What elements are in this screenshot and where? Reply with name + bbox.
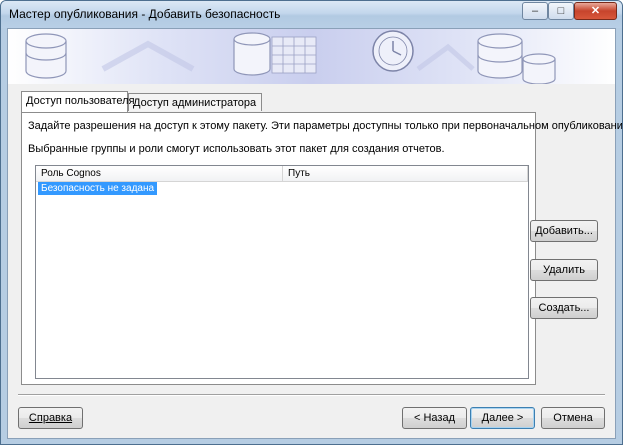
help-button[interactable]: Справка [18, 407, 83, 429]
next-button[interactable]: Далее > [470, 407, 535, 429]
note-text: Выбранные группы и роли смогут использов… [28, 143, 445, 155]
cancel-button-label: Отмена [553, 412, 593, 424]
remove-button-label: Удалить [543, 264, 585, 276]
window-title: Мастер опубликования - Добавить безопасн… [9, 7, 281, 21]
banner-graphic-icon [25, 30, 556, 84]
back-button[interactable]: < Назад [402, 407, 467, 429]
dialog-client-area: Доступ пользователя Доступ администратор… [7, 28, 622, 439]
remove-button[interactable]: Удалить [530, 259, 598, 281]
create-button-label: Создать... [538, 302, 590, 314]
list-item[interactable]: Безопасность не задана [38, 182, 158, 195]
tab-user-access[interactable]: Доступ пользователя [21, 91, 135, 112]
description-text: Задайте разрешения на доступ к этому пак… [28, 120, 623, 132]
column-header-path[interactable]: Путь [283, 166, 528, 181]
cancel-button[interactable]: Отмена [541, 407, 605, 429]
back-button-label: < Назад [414, 412, 455, 424]
close-button[interactable]: ✕ [574, 2, 617, 20]
next-button-label: Далее > [481, 412, 524, 424]
footer-separator [18, 394, 605, 396]
title-bar[interactable]: Мастер опубликования - Добавить безопасн… [1, 1, 622, 28]
add-button[interactable]: Добавить... [530, 220, 598, 242]
tab-admin-access[interactable]: Доступ администратора [128, 93, 262, 111]
roles-list[interactable]: Роль Cognos Путь Безопасность не задана [35, 165, 529, 379]
tab-panel-user-access: Задайте разрешения на доступ к этому пак… [21, 112, 622, 385]
roles-list-header: Роль Cognos Путь [36, 166, 528, 182]
minimize-button[interactable]: – [522, 2, 548, 20]
publish-wizard-window: Мастер опубликования - Добавить безопасн… [0, 0, 623, 445]
maximize-button[interactable]: □ [548, 2, 574, 20]
wizard-banner-image [8, 29, 615, 84]
column-header-role[interactable]: Роль Cognos [36, 166, 283, 181]
add-button-label: Добавить... [535, 225, 593, 237]
create-button[interactable]: Создать... [530, 297, 598, 319]
help-button-label: Справка [28, 412, 73, 424]
